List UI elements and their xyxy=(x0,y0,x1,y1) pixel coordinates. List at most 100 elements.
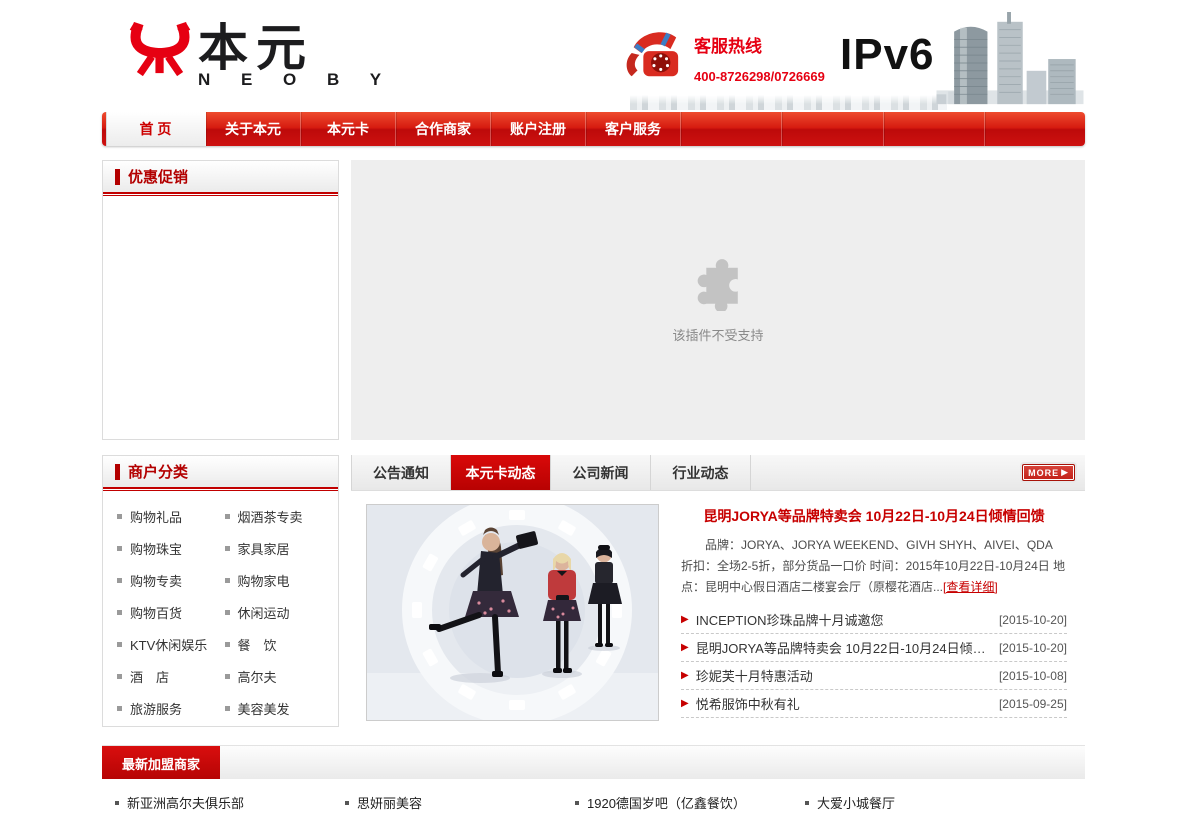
news-item[interactable]: ▶ INCEPTION珍珠品牌十月诚邀您 [2015-10-20] xyxy=(681,606,1067,634)
nav-item-service[interactable]: 客户服务 xyxy=(586,112,681,146)
category-item[interactable]: 高尔夫 xyxy=(225,667,333,686)
merchant-item[interactable]: 思妍丽美容 xyxy=(345,793,575,812)
merchant-item[interactable]: 新亚洲高尔夫俱乐部 xyxy=(115,793,345,812)
bullet-icon xyxy=(345,801,349,805)
merchant-item[interactable]: 大爱小城餐厅 xyxy=(805,793,1085,812)
promo-title: 优惠促销 xyxy=(128,166,188,187)
nav-item-empty xyxy=(985,112,1085,146)
nav-item-home[interactable]: 首 页 xyxy=(106,112,206,146)
category-item[interactable]: 购物珠宝 xyxy=(117,539,225,558)
news-panel: 公告通知 本元卡动态 公司新闻 行业动态 MORE▶ xyxy=(351,455,1085,727)
tab-announcements[interactable]: 公告通知 xyxy=(351,455,451,490)
category-item[interactable]: 休闲运动 xyxy=(225,603,333,622)
buildings-image xyxy=(935,12,1085,110)
bullet-icon xyxy=(115,801,119,805)
phone-icon xyxy=(622,24,684,82)
hotline-number: 400-8726298/0726669 xyxy=(694,69,825,84)
bullet-icon xyxy=(225,546,230,551)
promo-header: 优惠促销 xyxy=(103,161,338,194)
page: 本元 N E O B Y 客服热线 400-8726298/0726669 IP… xyxy=(102,0,1085,812)
categories-header: 商户分类 xyxy=(103,456,338,489)
nav-item-register[interactable]: 账户注册 xyxy=(491,112,586,146)
arrow-bullet-icon: ▶ xyxy=(681,642,689,653)
arrow-bullet-icon: ▶ xyxy=(681,670,689,681)
category-item[interactable]: 旅游服务 xyxy=(117,699,225,718)
logo-cn-text: 本元 xyxy=(198,22,394,74)
bullet-icon xyxy=(225,706,230,711)
red-bar-icon xyxy=(115,464,120,480)
category-item[interactable]: KTV休闲娱乐 xyxy=(117,635,225,654)
category-item[interactable]: 家具家居 xyxy=(225,539,333,558)
news-date: [2015-10-20] xyxy=(991,613,1067,627)
bullet-icon xyxy=(575,801,579,805)
category-item[interactable]: 购物专卖 xyxy=(117,571,225,590)
bullet-icon xyxy=(805,801,809,805)
merchant-item[interactable]: 1920德国岁吧（亿鑫餐饮） xyxy=(575,793,805,812)
nav-item-empty xyxy=(782,112,883,146)
logo[interactable]: 本元 N E O B Y xyxy=(128,22,394,90)
news-item[interactable]: ▶ 珍妮芙十月特惠活动 [2015-10-08] xyxy=(681,662,1067,690)
category-item[interactable]: 购物礼品 xyxy=(117,507,225,526)
bullet-icon xyxy=(117,610,122,615)
bullet-icon xyxy=(117,514,122,519)
fashion-photo[interactable] xyxy=(366,504,659,721)
promo-body xyxy=(103,196,338,435)
main-nav: 首 页 关于本元 本元卡 合作商家 账户注册 客户服务 xyxy=(102,112,1085,146)
featured-article: 昆明JORYA等品牌特卖会 10月22日-10月24日倾情回馈 品牌：JORYA… xyxy=(681,504,1067,721)
news-date: [2015-09-25] xyxy=(991,697,1067,711)
bullet-icon xyxy=(225,514,230,519)
nav-item-empty xyxy=(681,112,782,146)
merchants-title-badge: 最新加盟商家 xyxy=(102,746,220,780)
news-date: [2015-10-20] xyxy=(991,641,1067,655)
merchants-list: 新亚洲高尔夫俱乐部 思妍丽美容 1920德国岁吧（亿鑫餐饮） 大爱小城餐厅 xyxy=(102,779,1085,812)
arrow-bullet-icon: ▶ xyxy=(681,698,689,709)
nav-item-partners[interactable]: 合作商家 xyxy=(396,112,491,146)
category-item[interactable]: 酒 店 xyxy=(117,667,225,686)
red-bar-icon xyxy=(115,169,120,185)
news-item[interactable]: ▶ 悦希服饰中秋有礼 [2015-09-25] xyxy=(681,690,1067,718)
neoby-bull-logo-icon xyxy=(128,22,192,84)
categories-title: 商户分类 xyxy=(128,461,188,482)
category-item[interactable]: 购物家电 xyxy=(225,571,333,590)
tab-industry-news[interactable]: 行业动态 xyxy=(651,455,751,490)
categories-box: 商户分类 购物礼品 烟酒茶专卖 购物珠宝 家具家居 购物专卖 购物家电 购物百货… xyxy=(102,455,339,727)
category-item[interactable]: 烟酒茶专卖 xyxy=(225,507,333,526)
category-item[interactable]: 购物百货 xyxy=(117,603,225,622)
site-header: 本元 N E O B Y 客服热线 400-8726298/0726669 IP… xyxy=(102,8,1085,112)
news-tabs: 公告通知 本元卡动态 公司新闻 行业动态 MORE▶ xyxy=(351,455,1085,491)
merchants-header: 最新加盟商家 xyxy=(102,745,1085,779)
logo-en-text: N E O B Y xyxy=(198,70,394,90)
featured-body: 品牌：JORYA、JORYA WEEKEND、GIVH SHYH、AIVEI、Q… xyxy=(681,535,1067,598)
category-list: 购物礼品 烟酒茶专卖 购物珠宝 家具家居 购物专卖 购物家电 购物百货 休闲运动… xyxy=(103,491,338,718)
arrow-right-icon: ▶ xyxy=(1061,467,1069,478)
bullet-icon xyxy=(117,546,122,551)
city-skyline-strip xyxy=(630,95,947,110)
nav-item-empty xyxy=(884,112,985,146)
arrow-bullet-icon: ▶ xyxy=(681,614,689,625)
puzzle-icon xyxy=(691,257,745,311)
view-detail-link[interactable]: [查看详细] xyxy=(943,580,998,594)
nav-item-about[interactable]: 关于本元 xyxy=(206,112,301,146)
ipv6-text: IPv6 xyxy=(840,30,935,80)
plugin-placeholder: 该插件不受支持 xyxy=(351,160,1085,440)
news-tab-content: 昆明JORYA等品牌特卖会 10月22日-10月24日倾情回馈 品牌：JORYA… xyxy=(351,491,1085,721)
merchants-section: 最新加盟商家 新亚洲高尔夫俱乐部 思妍丽美容 1920德国岁吧（亿鑫餐饮） 大爱… xyxy=(102,745,1085,812)
bullet-icon xyxy=(225,610,230,615)
news-date: [2015-10-08] xyxy=(991,669,1067,683)
bullet-icon xyxy=(117,706,122,711)
hotline-label: 客服热线 xyxy=(694,32,825,57)
featured-title[interactable]: 昆明JORYA等品牌特卖会 10月22日-10月24日倾情回馈 xyxy=(681,506,1067,526)
bullet-icon xyxy=(225,578,230,583)
category-item[interactable]: 美容美发 xyxy=(225,699,333,718)
nav-item-card[interactable]: 本元卡 xyxy=(301,112,396,146)
plugin-message: 该插件不受支持 xyxy=(672,325,763,344)
more-button[interactable]: MORE▶ xyxy=(1022,464,1075,481)
tab-company-news[interactable]: 公司新闻 xyxy=(551,455,651,490)
news-item[interactable]: ▶ 昆明JORYA等品牌特卖会 10月22日-10月24日倾情回馈 [2015-… xyxy=(681,634,1067,662)
tab-card-news[interactable]: 本元卡动态 xyxy=(451,455,551,490)
bullet-icon xyxy=(225,642,230,647)
bullet-icon xyxy=(225,674,230,679)
bullet-icon xyxy=(117,578,122,583)
category-item[interactable]: 餐 饮 xyxy=(225,635,333,654)
news-list: ▶ INCEPTION珍珠品牌十月诚邀您 [2015-10-20] ▶ 昆明JO… xyxy=(681,606,1067,718)
